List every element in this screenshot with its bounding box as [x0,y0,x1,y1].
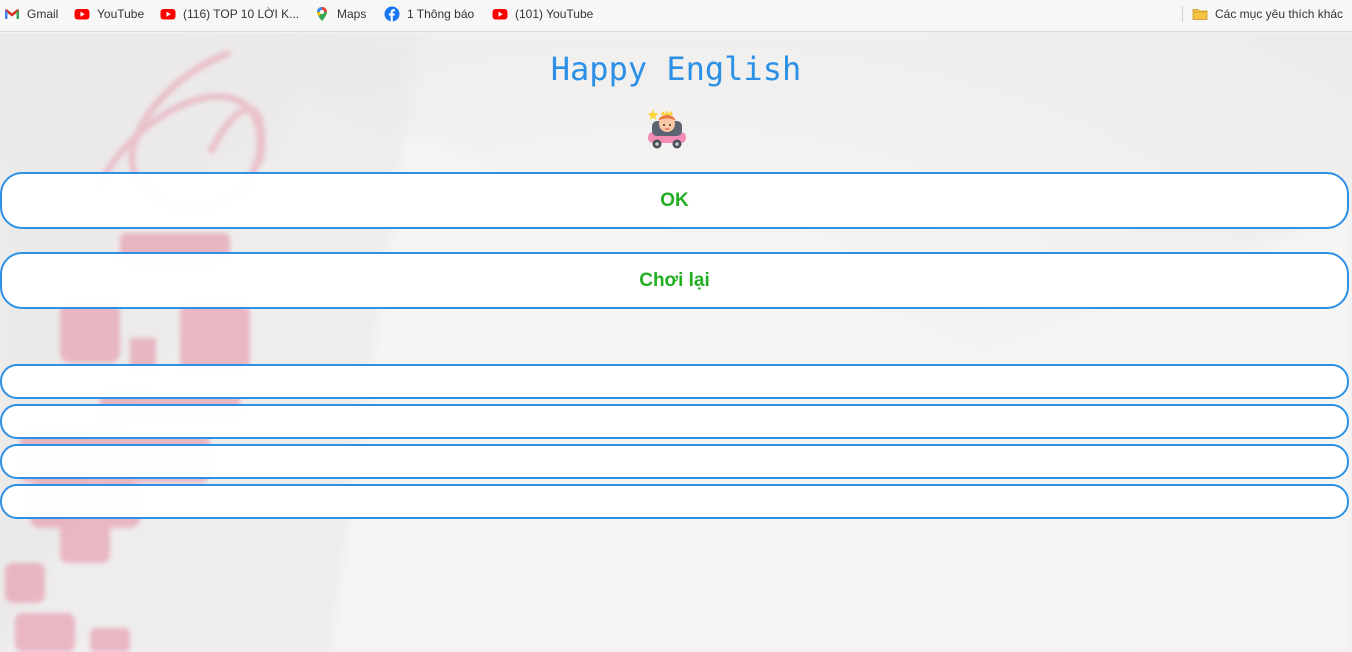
folder-label: Các mục yêu thích khác [1215,7,1344,21]
page-title: Happy English [550,50,802,88]
bookmark-gmail[interactable]: Gmail [4,0,58,28]
answer-option-3[interactable] [0,444,1349,479]
bookmark-label: (101) YouTube [515,7,594,21]
bookmark-label: 1 Thông báo [407,7,475,21]
bookmark-youtube[interactable]: YouTube [74,0,144,28]
facebook-icon [384,6,400,22]
answer-option-2[interactable] [0,404,1349,439]
bookmark-facebook[interactable]: 1 Thông báo [384,0,474,28]
youtube-icon [492,9,508,20]
bookmark-top10[interactable]: (116) TOP 10 LỜI K... [160,0,299,28]
bookmarks-bar: Gmail YouTube (116) TOP 10 LỜI K... Maps [0,0,1352,32]
youtube-icon [74,9,90,20]
folder-icon [1192,9,1208,20]
answer-option-1[interactable] [0,364,1349,399]
bookmarks-divider [1182,6,1183,22]
youtube-icon [160,9,176,20]
ok-button[interactable]: OK [0,172,1349,229]
bookmark-maps[interactable]: Maps [314,0,366,28]
answer-option-4[interactable] [0,484,1349,519]
bookmark-label: Maps [337,7,367,21]
gmail-icon [5,9,19,19]
car-character-icon [647,109,686,149]
bookmark-label: YouTube [97,7,145,21]
bookmark-youtube-101[interactable]: (101) YouTube [492,0,593,28]
bookmark-label: Gmail [27,7,59,21]
other-favorites-folder[interactable]: Các mục yêu thích khác [1192,0,1343,28]
bookmark-label: (116) TOP 10 LỜI K... [183,7,300,21]
maps-icon [317,7,327,21]
replay-button[interactable]: Chơi lại [0,252,1349,309]
